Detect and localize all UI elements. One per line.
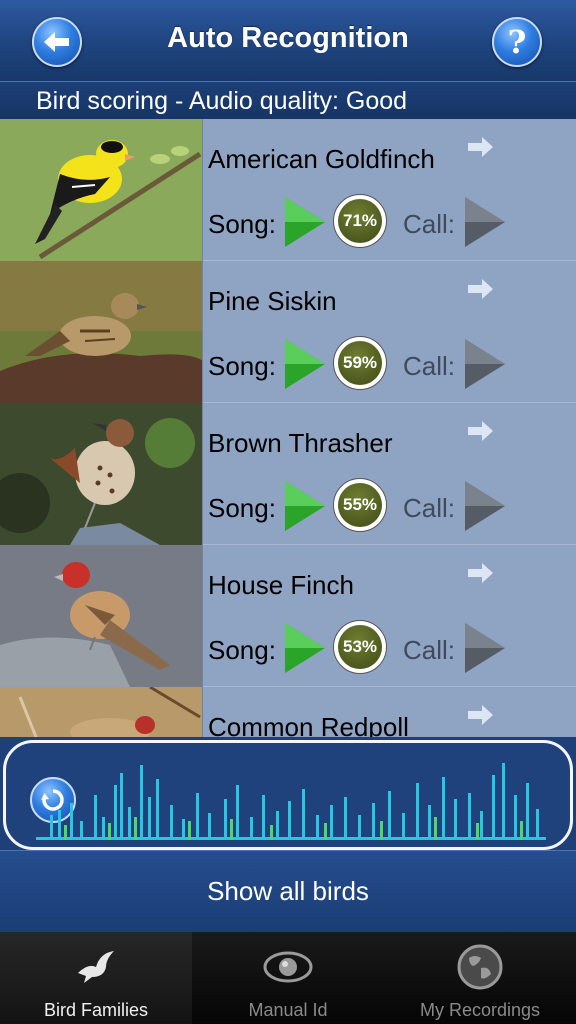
list-item[interactable]: House Finch Song: 53% Call: [0,545,576,687]
bird-photo [0,261,203,403]
list-item[interactable]: Pine Siskin Song: 59% Call: [0,261,576,403]
bird-name[interactable]: Common Redpoll [208,712,409,739]
match-score: 71% [338,199,382,243]
match-score: 55% [338,483,382,527]
match-score-badge: 59% [333,336,387,390]
list-item[interactable]: Common Redpoll [0,687,576,739]
song-label: Song: [208,351,276,381]
match-score: 59% [338,341,382,385]
tab-label: My Recordings [419,1000,541,1020]
tab-bird-families[interactable]: Bird Families [0,932,192,1024]
detail-arrow-icon[interactable] [468,137,494,157]
song-label: Song: [208,635,276,665]
bird-name[interactable]: House Finch [208,570,354,601]
detail-arrow-icon[interactable] [468,279,494,299]
match-score-badge: 71% [333,194,387,248]
tab-manual-id[interactable]: Manual Id [192,932,384,1024]
detail-arrow-icon[interactable] [468,705,494,725]
audio-waveform [36,763,546,840]
waveform-panel[interactable] [3,740,573,850]
detail-arrow-icon[interactable] [468,421,494,441]
match-score-badge: 53% [333,620,387,674]
tab-bar: Bird Families Manual Id My Recordings [0,932,576,1024]
play-song-button[interactable] [283,195,327,249]
help-icon: ? [507,23,527,61]
bird-results-list[interactable]: American Goldfinch Song: 71% Call: Pine … [0,119,576,739]
match-score: 53% [338,625,382,669]
show-all-birds-label: Show all birds [207,876,369,906]
bird-photo [0,687,203,739]
bird-photo [0,119,203,261]
play-song-button[interactable] [283,337,327,391]
bird-name[interactable]: Pine Siskin [208,286,337,317]
bird-name[interactable]: Brown Thrasher [208,428,393,459]
song-label: Song: [208,493,276,523]
tab-my-recordings[interactable]: My Recordings [384,932,576,1024]
play-song-button[interactable] [283,621,327,675]
match-score-badge: 55% [333,478,387,532]
call-label: Call: [403,635,456,665]
play-call-button[interactable] [463,195,507,249]
globe-icon [455,944,505,990]
audio-quality-text: Bird scoring - Audio quality: Good [36,87,408,115]
play-call-button[interactable] [463,337,507,391]
detail-arrow-icon[interactable] [468,563,494,583]
tab-label: Manual Id [248,1000,328,1020]
list-item[interactable]: Brown Thrasher Song: 55% Call: [0,403,576,545]
show-all-birds-button[interactable]: Show all birds [0,850,576,932]
play-call-button[interactable] [463,479,507,533]
call-label: Call: [403,493,456,523]
bird-photo [0,403,203,545]
help-button[interactable]: ? [492,17,542,67]
play-song-button[interactable] [283,479,327,533]
song-label: Song: [208,209,276,239]
page-title: Auto Recognition [167,22,409,54]
nav-header: Auto Recognition ? [0,0,576,82]
call-label: Call: [403,351,456,381]
call-label: Call: [403,209,456,239]
list-item[interactable]: American Goldfinch Song: 71% Call: [0,119,576,261]
audio-quality-bar: Bird scoring - Audio quality: Good [0,82,576,119]
bird-icon [71,944,121,990]
bird-photo [0,545,203,687]
tab-label: Bird Families [43,1000,149,1020]
play-call-button[interactable] [463,621,507,675]
bird-name[interactable]: American Goldfinch [208,144,435,175]
eye-icon [263,944,313,990]
recording-waveform-area [0,737,576,855]
